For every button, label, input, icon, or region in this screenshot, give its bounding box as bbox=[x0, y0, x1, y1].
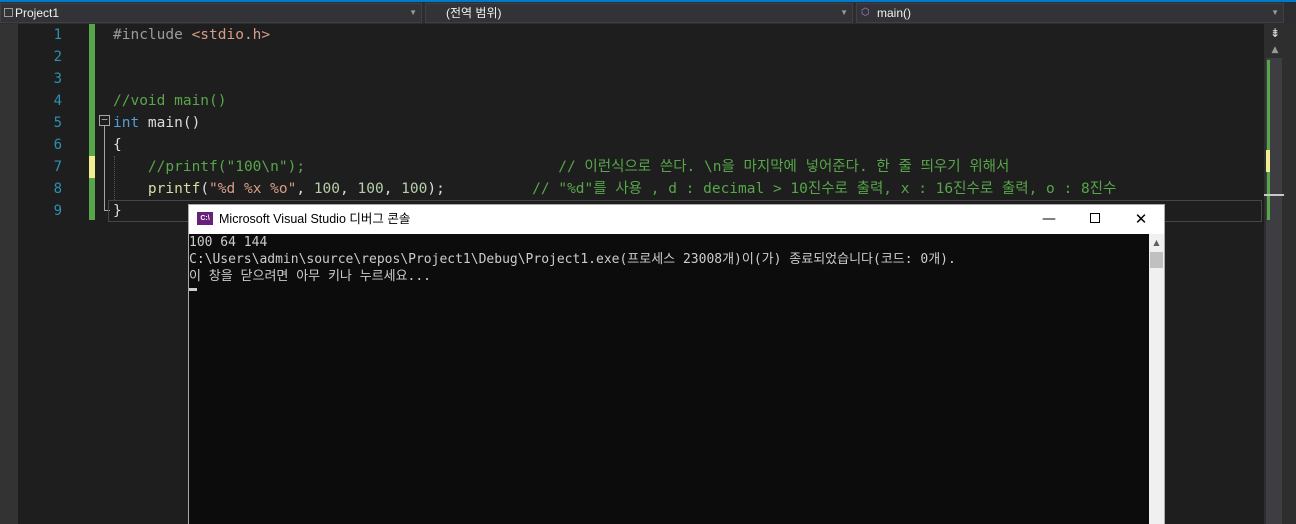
number-literal: 100 bbox=[313, 181, 341, 197]
scrollbar-caret-marker bbox=[1264, 194, 1284, 196]
punctuation: ); bbox=[427, 181, 445, 197]
line-number: 6 bbox=[53, 137, 62, 153]
code-line: { bbox=[113, 134, 1263, 156]
editor-scrollbar[interactable]: ⇟ ▲ bbox=[1264, 24, 1296, 524]
comment: //void main() bbox=[113, 93, 227, 109]
line-number: 3 bbox=[53, 71, 62, 87]
saved-change-marker bbox=[89, 24, 95, 220]
line-number: 5 bbox=[53, 115, 62, 131]
chevron-down-icon: ▼ bbox=[840, 8, 848, 17]
function-signature: main() bbox=[139, 115, 201, 131]
code-line: printf("%d %x %o", 100, 100, 100); // "%… bbox=[113, 178, 1263, 200]
console-title: Microsoft Visual Studio 디버그 콘솔 bbox=[219, 212, 411, 226]
maximize-button[interactable] bbox=[1072, 205, 1118, 234]
visual-studio-console-icon: C:\ bbox=[197, 212, 213, 225]
console-line: 이 창을 닫으려면 아무 키나 누르세요... bbox=[189, 269, 432, 284]
comment: //printf("100\n"); bbox=[147, 159, 306, 175]
punctuation: , bbox=[383, 181, 402, 197]
console-line: 100 64 144 bbox=[189, 235, 268, 250]
scope-dropdown-label: (전역 범위) bbox=[446, 6, 502, 20]
code-line: //void main() bbox=[113, 90, 1263, 112]
code-line: int main() bbox=[113, 112, 1263, 134]
collapse-icon[interactable]: − bbox=[99, 114, 110, 126]
line-number: 7 bbox=[53, 159, 62, 175]
function-name: printf bbox=[147, 181, 201, 197]
scope-dropdown[interactable]: (전역 범위) ▼ bbox=[425, 3, 853, 23]
minimize-button[interactable]: — bbox=[1026, 205, 1072, 234]
debug-console-window[interactable]: C:\ Microsoft Visual Studio 디버그 콘솔 — ✕ 1… bbox=[188, 204, 1165, 524]
scrollbar-change-marker bbox=[1267, 60, 1270, 220]
scroll-up-icon[interactable]: ▲ bbox=[1149, 234, 1164, 251]
code-lines[interactable]: #include <stdio.h> //void main() int mai… bbox=[113, 24, 1263, 222]
console-title-bar[interactable]: C:\ Microsoft Visual Studio 디버그 콘솔 — ✕ bbox=[189, 205, 1164, 234]
maximize-icon bbox=[1090, 212, 1100, 223]
split-window-icon[interactable]: ⇟ bbox=[1268, 27, 1282, 39]
close-brace: } bbox=[113, 203, 122, 219]
fold-guide bbox=[104, 126, 105, 210]
comment: // "%d"를 사용 , d : decimal > 10진수로 출력, x … bbox=[532, 181, 1117, 197]
chevron-down-icon: ▼ bbox=[409, 8, 417, 17]
function-dropdown-label: main() bbox=[877, 6, 912, 20]
close-button[interactable]: ✕ bbox=[1118, 205, 1164, 234]
line-number: 2 bbox=[53, 49, 62, 65]
punctuation: ( bbox=[200, 181, 210, 197]
function-cube-icon: ⬡ bbox=[861, 7, 870, 18]
scrollbar-unsaved-marker bbox=[1266, 150, 1270, 172]
console-output[interactable]: 100 64 144 C:\Users\admin\source\repos\P… bbox=[189, 234, 1149, 524]
include-header: <stdio.h> bbox=[191, 27, 271, 43]
line-number: 4 bbox=[53, 93, 62, 109]
punctuation: , bbox=[340, 181, 358, 197]
scroll-up-icon[interactable]: ▲ bbox=[1268, 44, 1282, 56]
line-number: 9 bbox=[53, 203, 62, 219]
number-literal: 100 bbox=[401, 181, 428, 197]
punctuation: , bbox=[296, 181, 314, 197]
function-dropdown[interactable]: ⬡ main() ▼ bbox=[856, 3, 1284, 23]
navigation-bar: Project1 ▼ (전역 범위) ▼ ⬡ main() ▼ bbox=[0, 0, 1296, 24]
line-number: 1 bbox=[53, 27, 62, 43]
scrollbar-thumb[interactable] bbox=[1150, 252, 1163, 268]
project-icon bbox=[4, 8, 13, 17]
keyword: int bbox=[113, 115, 140, 131]
console-cursor bbox=[189, 288, 197, 291]
indicator-margin bbox=[0, 24, 18, 524]
unsaved-change-marker bbox=[89, 156, 95, 178]
code-line: //printf("100\n"); // 이런식으로 쓴다. \n을 마지막에… bbox=[113, 156, 1263, 178]
line-numbers: 1 2 3 4 5 6 7 8 9 bbox=[18, 24, 68, 222]
comment: // 이런식으로 쓴다. \n을 마지막에 넣어준다. 한 줄 띄우기 위해서 bbox=[558, 159, 1010, 175]
console-scrollbar[interactable]: ▲ bbox=[1149, 234, 1164, 524]
project-dropdown[interactable]: Project1 ▼ bbox=[0, 3, 422, 23]
chevron-down-icon: ▼ bbox=[1271, 8, 1279, 17]
console-line: C:\Users\admin\source\repos\Project1\Deb… bbox=[189, 252, 956, 267]
project-dropdown-label: Project1 bbox=[15, 6, 60, 20]
preprocessor-directive: #include bbox=[113, 27, 183, 43]
string-literal: "%d %x %o" bbox=[209, 181, 297, 197]
open-brace: { bbox=[113, 137, 122, 153]
line-number: 8 bbox=[53, 181, 62, 197]
code-line: #include <stdio.h> bbox=[113, 24, 1263, 46]
number-literal: 100 bbox=[357, 181, 384, 197]
